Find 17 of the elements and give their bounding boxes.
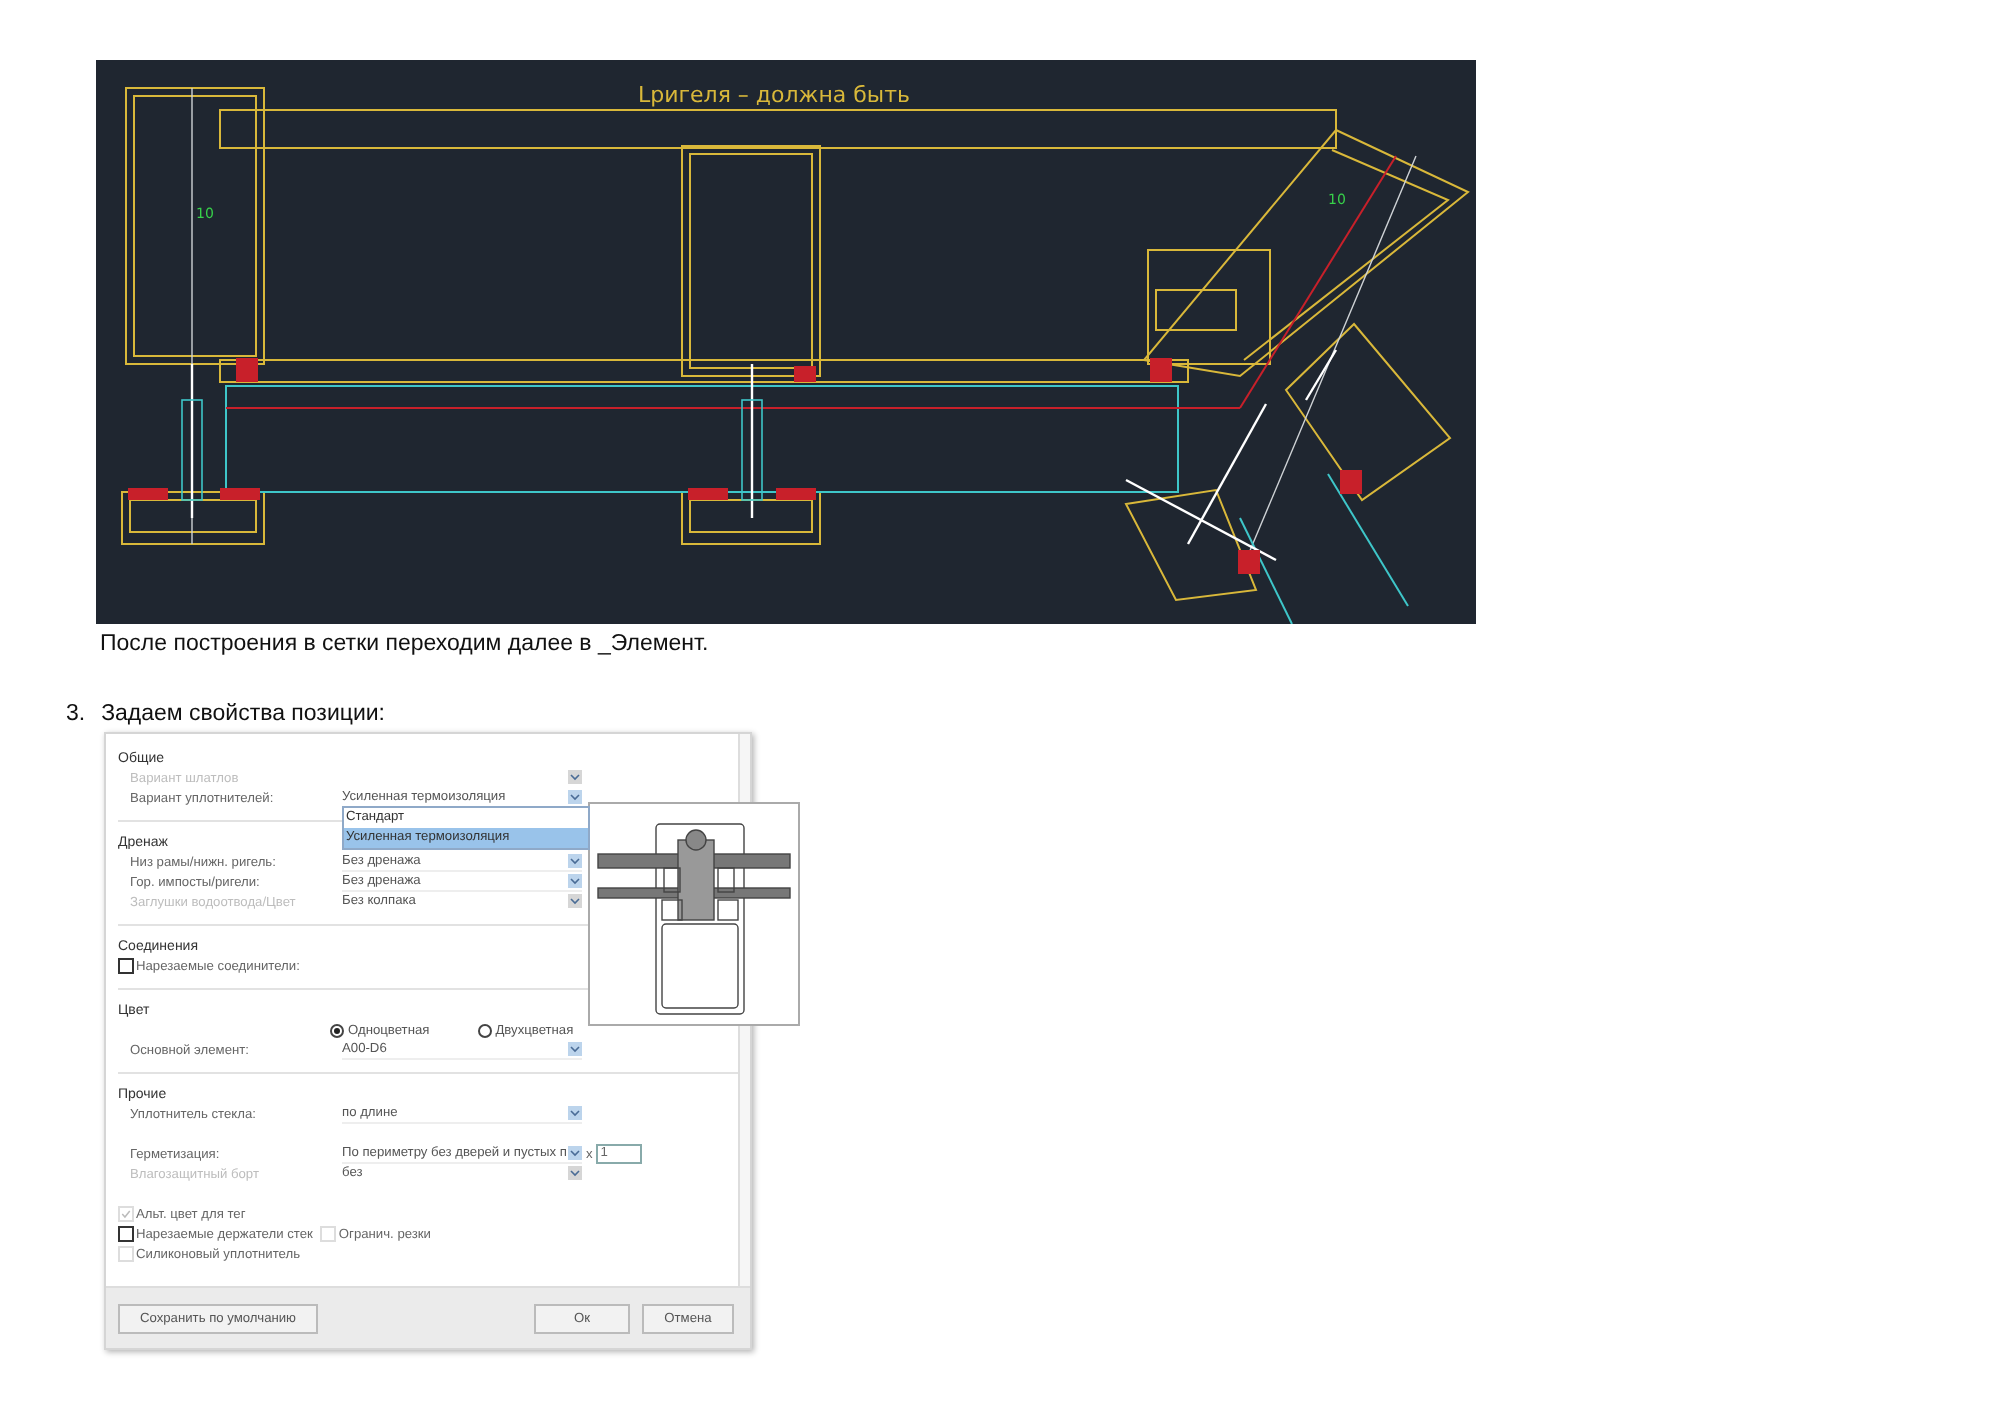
caption-text: После построения в сетки переходим далее в _Элемент.: [100, 630, 711, 660]
radio-button[interactable]: [330, 1023, 344, 1037]
chevron-down-icon: [568, 1106, 582, 1120]
chevron-down-icon: [568, 1042, 582, 1056]
chevron-down-icon: [568, 854, 582, 868]
checkbox[interactable]: [118, 1226, 134, 1242]
step-text: Задаем свойства позиции:: [101, 700, 385, 728]
chevron-down-icon: [568, 770, 582, 784]
checkbox[interactable]: [118, 958, 134, 974]
chevron-down-icon: [568, 894, 582, 908]
dimension-label: Lригеля – должна быть: [638, 82, 910, 108]
radio-button[interactable]: [477, 1023, 492, 1037]
chevron-down-icon: [568, 1166, 582, 1180]
step-number: 3.: [66, 700, 86, 728]
chevron-down-icon: [568, 1146, 582, 1160]
chevron-down-icon: [568, 790, 582, 804]
chevron-down-icon: [568, 874, 582, 888]
